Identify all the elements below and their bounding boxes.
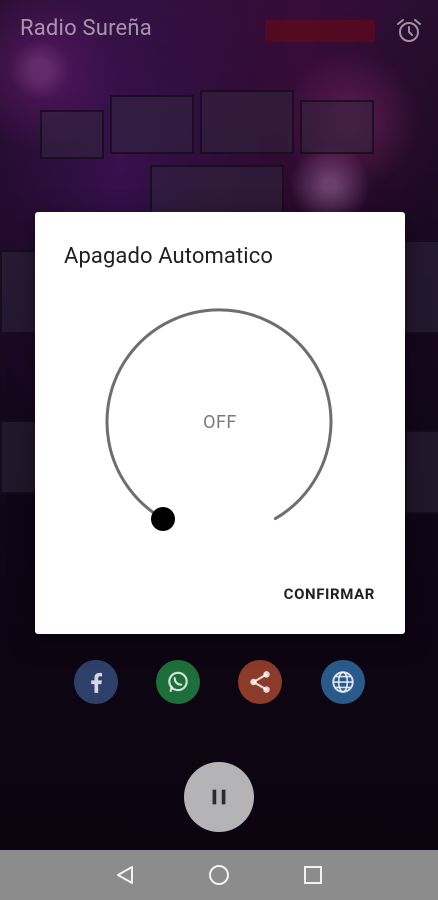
dial-thumb[interactable]	[151, 507, 175, 531]
back-icon[interactable]	[113, 863, 137, 887]
alarm-clock-icon[interactable]	[394, 16, 424, 46]
app-toolbar: Radio Sureña	[0, 0, 438, 62]
app-title: Radio Sureña	[20, 16, 152, 41]
whatsapp-button[interactable]	[156, 660, 200, 704]
facebook-button[interactable]	[74, 660, 118, 704]
pause-icon	[212, 789, 226, 805]
dial-value-label: OFF	[203, 412, 237, 433]
website-button[interactable]	[321, 660, 365, 704]
home-icon[interactable]	[207, 863, 231, 887]
globe-icon	[332, 671, 354, 693]
confirm-button[interactable]: CONFIRMAR	[284, 585, 375, 603]
whatsapp-icon	[168, 671, 188, 693]
system-navigation-bar	[0, 850, 438, 900]
play-pause-button[interactable]	[184, 762, 254, 832]
share-icon	[250, 671, 270, 693]
recents-icon[interactable]	[301, 863, 325, 887]
sleep-timer-dialog: Apagado Automatico OFF CONFIRMAR	[35, 212, 405, 634]
share-button[interactable]	[238, 660, 282, 704]
facebook-icon	[91, 672, 103, 693]
